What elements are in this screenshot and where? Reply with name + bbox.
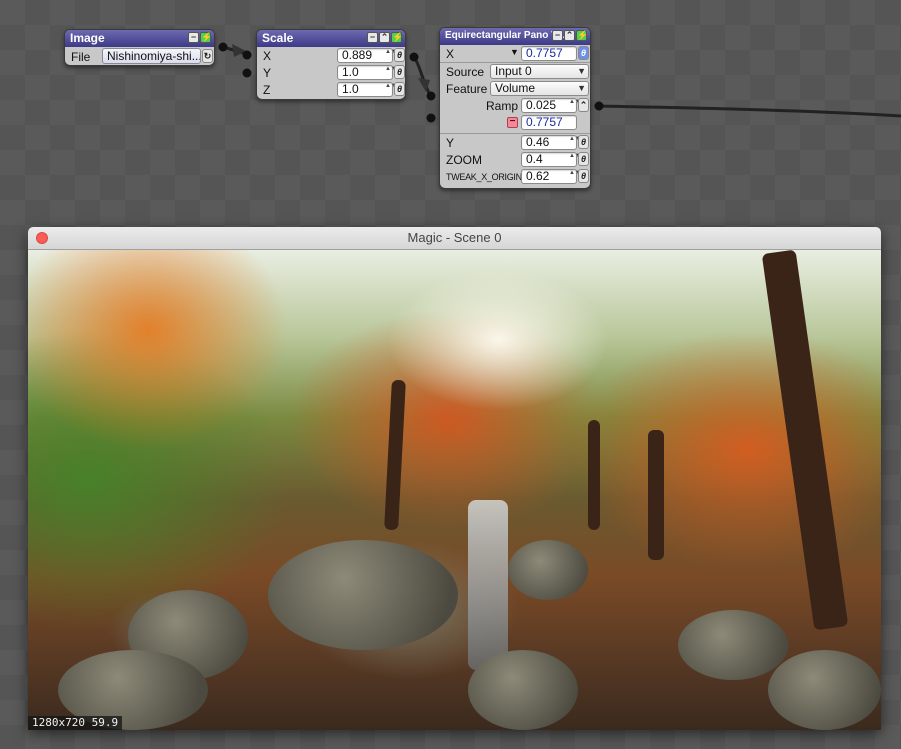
stepper-icon[interactable]: ▲▼ [569,153,581,166]
port-scale-y-in[interactable] [242,68,252,78]
dropdown-icon: ▼ [577,66,586,76]
stepper-icon[interactable]: ▲▼ [569,99,581,112]
ramp-label: Ramp [486,98,519,113]
port-scale-x-in[interactable] [242,50,252,60]
tree-trunk [588,420,600,530]
param-label: ZOOM [446,152,482,167]
publish-icon[interactable]: ⌃ [379,32,390,43]
file-field[interactable]: Nishinomiya-shi... [102,48,201,64]
pano-feature-row: Feature Volume ▼ [440,80,590,97]
stepper-icon[interactable]: ▲▼ [569,136,581,149]
file-label: File [71,49,91,64]
param-label: Y [446,135,455,150]
param-label: X [263,48,272,63]
pano-param-tweak: TWEAK_X_ORIGIN 0.62 ▲▼ θ [440,168,590,185]
wire-scale-x-to-pano [412,56,432,96]
stepper-icon[interactable]: ▲▼ [385,66,397,79]
image-node-header[interactable]: Image − ⚡ [65,30,214,47]
tree-trunk [384,379,406,531]
resolution-fps-readout: 1280x720 59.9 [28,716,123,730]
image-node-title: Image [70,31,105,45]
collapse-icon[interactable]: − [188,32,199,43]
enable-icon[interactable]: ⚡ [391,32,403,43]
link-icon[interactable]: θ [578,169,589,183]
pano-param-y: Y 0.46 ▲▼ θ [440,134,590,151]
link-icon[interactable]: θ [578,135,589,149]
port-pano-out[interactable] [594,101,604,111]
port-pano-in-1[interactable] [426,91,436,101]
rock [268,540,458,650]
pano-param-zoom: ZOOM 0.4 ▲▼ θ [440,151,590,168]
port-pano-in-2[interactable] [426,113,436,123]
window-title: Magic - Scene 0 [407,230,502,245]
dropdown-icon: ▼ [577,83,586,93]
remove-icon[interactable]: − [507,117,518,128]
link-icon[interactable]: θ [394,82,405,96]
collapse-icon[interactable]: − [367,32,378,43]
pano-ramp-output-row: − 0.7757 [440,114,590,131]
scale-node[interactable]: Scale − ⌃ ⚡ X 0.889 ▲▼ θ Y 1.0 ▲▼ θ Z 1.… [256,29,406,100]
publish-icon[interactable]: ⌃ [578,98,589,112]
stepper-icon[interactable]: ▲▼ [569,170,581,183]
rock [768,650,881,730]
scale-param-z: Z 1.0 ▲▼ θ [257,81,405,98]
tree-trunk [648,430,664,560]
tree-trunk [761,250,849,631]
pano-node-header[interactable]: Equirectangular Pano V... − ⌃ ⚡ [440,28,590,45]
link-icon[interactable]: θ [578,46,589,60]
link-icon[interactable]: θ [578,152,589,166]
scale-param-x: X 0.889 ▲▼ θ [257,47,405,64]
pano-source-row: Source Input 0 ▼ [440,63,590,80]
pano-node[interactable]: Equirectangular Pano V... − ⌃ ⚡ X ▼ 0.77… [439,27,591,189]
source-select[interactable]: Input 0 ▼ [490,64,589,79]
link-icon[interactable]: θ [394,65,405,79]
publish-icon[interactable]: ⌃ [564,30,575,41]
collapse-icon[interactable]: − [552,30,563,41]
scene-viewport[interactable]: 1280x720 59.9 [28,250,881,730]
image-node[interactable]: Image − ⚡ File Nishinomiya-shi... ↻ [64,29,215,66]
port-scale-out[interactable] [409,52,419,62]
rock [678,610,788,680]
pano-x-field[interactable]: 0.7757 [521,46,577,61]
wire-image-to-scale-x [222,44,248,57]
port-image-out[interactable] [218,42,228,52]
scale-node-title: Scale [262,31,294,45]
feature-select[interactable]: Volume ▼ [490,81,589,96]
link-icon[interactable]: θ [394,48,405,62]
scale-node-header[interactable]: Scale − ⌃ ⚡ [257,30,405,47]
dropdown-icon[interactable]: ▼ [510,47,519,57]
param-label: TWEAK_X_ORIGIN [446,171,522,182]
param-label: X [446,46,455,61]
ramp-output-field[interactable]: 0.7757 [521,115,577,130]
pano-node-title: Equirectangular Pano V... [445,30,566,41]
wire-pano-output [597,104,901,118]
param-label: Z [263,82,271,97]
enable-icon[interactable]: ⚡ [200,32,212,43]
stepper-icon[interactable]: ▲▼ [385,83,397,96]
rock [508,540,588,600]
feature-label: Feature [446,81,488,96]
stream [468,500,508,670]
stepper-icon[interactable]: ▲▼ [385,49,397,62]
feature-select-value: Volume [495,81,536,95]
scale-param-y: Y 1.0 ▲▼ θ [257,64,405,81]
enable-icon[interactable]: ⚡ [576,30,588,41]
source-label: Source [446,64,485,79]
close-button[interactable] [36,232,48,244]
param-label: Y [263,65,272,80]
window-titlebar[interactable]: Magic - Scene 0 [28,227,881,250]
scene-window[interactable]: Magic - Scene 0 1280x720 59.9 [28,227,881,730]
refresh-icon[interactable]: ↻ [202,49,213,63]
pano-ramp-row: Ramp 0.025 ▲▼ ⌃ [440,97,590,114]
source-select-value: Input 0 [495,64,532,78]
rock [468,650,578,730]
pano-param-x: X ▼ 0.7757 θ [440,45,590,62]
